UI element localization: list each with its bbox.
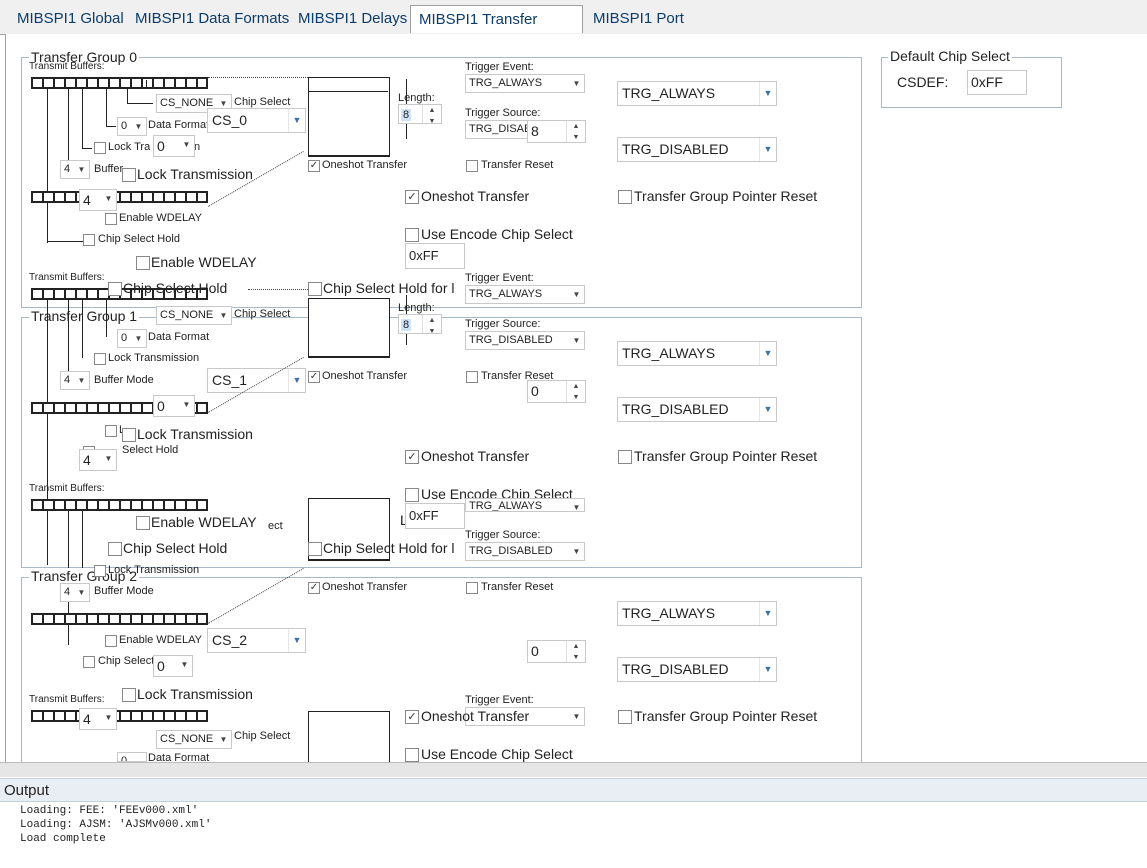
trigger-event-combo[interactable]: TRG_ALWAYS ▼	[617, 81, 777, 106]
enable-wdelay-label: Enable WDELAY	[151, 254, 257, 270]
transmit-buffer-strip	[31, 77, 208, 89]
trigger-source-combo-small[interactable]: TRG_DISAE	[465, 120, 529, 139]
csdef-label: CSDEF:	[897, 74, 949, 90]
data-format-label: Data Format	[148, 119, 210, 131]
trigger-source-label: Trigger Source:	[465, 107, 541, 119]
tab-strip: MIBSPI1 Global MIBSPI1 Data Formats MIBS…	[0, 0, 1147, 56]
tab-global[interactable]: MIBSPI1 Global	[9, 7, 132, 31]
output-line: Loading: AJSM: 'AJSMv000.xml'	[20, 819, 212, 831]
oneshot-transfer-checkbox[interactable]: ✓	[405, 190, 419, 204]
data-format-combo[interactable]: 0 ▼	[117, 117, 147, 136]
output-line: Load complete	[20, 833, 106, 845]
oneshot-small-label: Oneshot Transfer	[322, 159, 407, 171]
oneshot-small-checkbox[interactable]: ✓	[308, 160, 320, 172]
enable-wdelay-small-checkbox[interactable]	[105, 213, 117, 225]
output-line: Loading: FEE: 'FEEv000.xml'	[20, 805, 199, 817]
buffer-diagram-box	[308, 77, 390, 157]
encode-cs-input[interactable]: 0xFF	[405, 243, 465, 269]
default-chip-select-legend: Default Chip Select	[888, 48, 1012, 64]
chip-select-combo[interactable]: CS_0 ▼	[207, 108, 306, 133]
tab-transfer-groups[interactable]: MIBSPI1 Transfer Groups	[410, 5, 583, 56]
tab-port[interactable]: MIBSPI1 Port	[585, 7, 692, 31]
output-log: Loading: FEE: 'FEEv000.xml' Loading: AJS…	[0, 803, 1147, 868]
chip-select-label: Chip Select	[234, 96, 291, 108]
chip-select-hold-small-label: Chip Select Hold	[98, 233, 180, 245]
output-title: Output	[0, 778, 1147, 802]
lock-transmission-small-checkbox[interactable]	[94, 142, 106, 154]
tab-data-formats[interactable]: MIBSPI1 Data Formats	[127, 7, 297, 31]
csdef-input[interactable]: 0xFF	[967, 70, 1027, 95]
transfer-reset-label: Transfer Reset	[481, 159, 554, 171]
cs-hold-for-label: Chip Select Hold for l	[323, 280, 455, 296]
splitter[interactable]	[0, 762, 1147, 777]
chip-select-number-combo[interactable]: 0 ▼	[153, 135, 195, 157]
lock-transmission-small-label: Lock Tra	[108, 141, 151, 153]
cs-hold-for-checkbox[interactable]	[308, 282, 322, 296]
transmit-buffers-label: Transmit Buffers:	[29, 61, 105, 72]
tg-pointer-reset-checkbox[interactable]	[618, 190, 632, 204]
use-encode-cs-label: Use Encode Chip Select	[421, 226, 573, 242]
transmit-buffer-strip-2	[31, 191, 208, 203]
lock-transmission-checkbox[interactable]	[122, 168, 136, 182]
length-label: Length:	[398, 92, 435, 104]
transfer-reset-checkbox[interactable]	[466, 160, 478, 172]
trigger-event-combo-small[interactable]: TRG_ALWAYS ▼	[465, 74, 585, 93]
enable-wdelay-checkbox[interactable]	[136, 256, 150, 270]
oneshot-transfer-label: Oneshot Transfer	[421, 188, 530, 204]
trigger-source-combo[interactable]: TRG_DISABLED ▼	[617, 137, 777, 162]
trigger-event-label: Trigger Event:	[465, 61, 534, 73]
chip-select-hold-checkbox[interactable]	[108, 282, 122, 296]
lock-transmission-label: Lock Transmission	[137, 166, 253, 182]
chip-select-hold-label: Chip Select Hold	[123, 280, 228, 296]
spinner-value[interactable]: 8 ▲ ▼	[527, 120, 586, 143]
tab-delays[interactable]: MIBSPI1 Delays	[290, 7, 415, 31]
transfer-group-1-legend: Transfer Group 1	[29, 308, 140, 324]
use-encode-cs-checkbox[interactable]	[405, 228, 419, 242]
buffer-count-combo[interactable]: 4 ▼	[79, 189, 117, 211]
enable-wdelay-small-label: Enable WDELAY	[119, 212, 202, 224]
length-spinner[interactable]: 8 ▲ ▼	[398, 104, 442, 125]
tg-pointer-reset-label: Transfer Group Pointer Reset	[634, 188, 818, 204]
chip-select-combo-2[interactable]: CS_2 ▼	[207, 628, 306, 653]
chip-select-combo-1[interactable]: CS_1 ▼	[207, 368, 306, 393]
buffer-mode-combo[interactable]: 4 ▼	[60, 160, 90, 179]
chip-select-hold-small-checkbox[interactable]	[83, 234, 95, 246]
